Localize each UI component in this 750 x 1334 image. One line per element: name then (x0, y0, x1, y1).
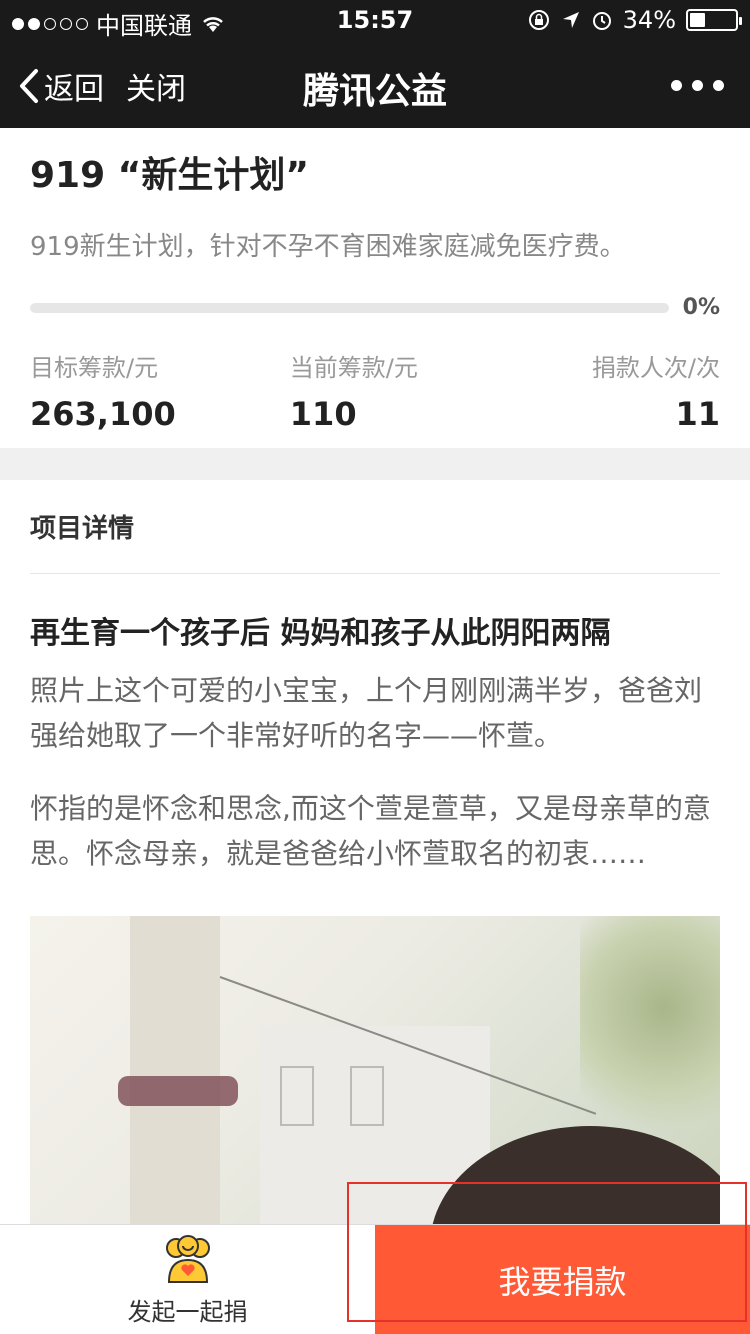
section-divider (0, 448, 750, 480)
article-paragraph-2: 怀指的是怀念和思念,而这个萱是萱草，又是母亲草的意思。怀念母亲，就是爸爸给小怀萱… (30, 792, 711, 870)
progress-row: 0% (30, 295, 720, 320)
stat-current: 当前筹款/元 110 (290, 348, 418, 433)
article-title: 再生育一个孩子后 妈妈和孩子从此阴阳两隔 (30, 616, 611, 651)
battery-percent: 34% (622, 6, 676, 34)
stat-donors-label: 捐款人次/次 (591, 354, 720, 382)
nav-bar: 返回 关闭 腾讯公益 (0, 42, 750, 128)
stat-donors: 捐款人次/次 11 (592, 348, 720, 433)
status-bar: 中国联通 15:57 34% (0, 0, 750, 42)
start-group-donation-button[interactable]: 发起一起捐 (0, 1225, 375, 1334)
battery-icon (686, 9, 742, 31)
more-dot-icon (671, 80, 682, 91)
stat-donors-value: 11 (675, 395, 720, 433)
more-menu-button[interactable] (671, 80, 724, 91)
project-title: 919 “新生计划” (30, 155, 310, 196)
stat-target: 目标筹款/元 263,100 (30, 348, 176, 433)
stat-current-value: 110 (289, 395, 357, 433)
status-right: 34% (527, 6, 742, 34)
section-title: 项目详情 (30, 480, 720, 574)
progress-bar (30, 302, 669, 313)
more-dot-icon (692, 80, 703, 91)
group-donation-icon (165, 1234, 210, 1283)
project-details: 项目详情 再生育一个孩子后 妈妈和孩子从此阴阳两隔 照片上这个可爱的小宝宝，上个… (0, 480, 750, 1224)
article-photo[interactable] (30, 916, 720, 1224)
start-group-donation-label: 发起一起捐 (127, 1297, 248, 1326)
stat-target-value: 263,100 (30, 395, 176, 433)
location-icon (562, 12, 579, 28)
stats-row: 目标筹款/元 263,100 当前筹款/元 110 捐款人次/次 11 (30, 348, 720, 433)
page-title: 腾讯公益 (302, 71, 447, 112)
stat-target-label: 目标筹款/元 (30, 354, 159, 382)
alarm-icon (592, 12, 611, 30)
highlight-box (347, 1182, 747, 1322)
main-content[interactable]: 919 “新生计划” 919新生计划，针对不孕不育困难家庭减免医疗费。 0% 目… (0, 128, 750, 1224)
progress-percent: 0% (682, 295, 720, 320)
more-dot-icon (713, 80, 724, 91)
article-paragraph-1: 照片上这个可爱的小宝宝，上个月刚刚满半岁，爸爸刘强给她取了一个非常好听的名字——… (30, 674, 703, 752)
project-description: 919新生计划，针对不孕不育困难家庭减免医疗费。 (30, 232, 626, 262)
project-summary: 919 “新生计划” 919新生计划，针对不孕不育困难家庭减免医疗费。 0% 目… (0, 128, 750, 448)
rotation-lock-icon (528, 10, 549, 30)
stat-current-label: 当前筹款/元 (289, 354, 418, 382)
